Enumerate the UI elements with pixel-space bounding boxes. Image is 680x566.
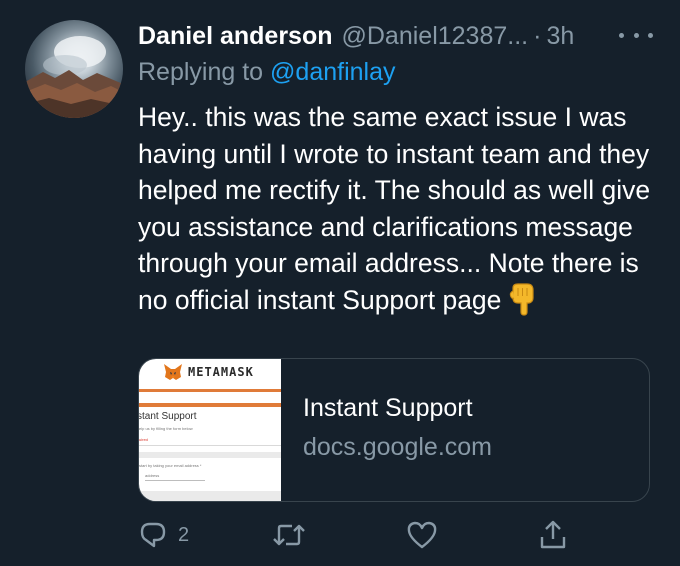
thumb-heading: stant Support: [139, 411, 197, 422]
metamask-logo: METAMASK: [163, 363, 254, 381]
metamask-brand: METAMASK: [188, 365, 254, 379]
thumb-footer: [139, 491, 281, 501]
card-text: Instant Support docs.google.com: [303, 391, 492, 464]
replying-to-mention-link[interactable]: @danfinlay: [270, 58, 395, 86]
replying-to: Replying to @danfinlay: [138, 56, 395, 88]
reply-icon: [140, 522, 166, 548]
thumb-gap: [139, 452, 281, 458]
tweet-body: Hey.. this was the same exact issue I wa…: [138, 102, 651, 315]
thumb-divider: [139, 389, 281, 392]
thumb-line: [139, 445, 281, 446]
card-thumbnail: METAMASK stant Support elp us by filling…: [139, 359, 281, 501]
card-domain: docs.google.com: [303, 433, 493, 461]
avatar[interactable]: [25, 20, 123, 118]
share-icon: [540, 520, 566, 549]
author-name[interactable]: Daniel anderson: [138, 18, 333, 54]
reply-button[interactable]: 2: [138, 518, 189, 552]
reply-count: 2: [178, 523, 190, 546]
thumb-text-2: uired: [139, 437, 148, 442]
retweet-button[interactable]: [272, 518, 306, 552]
more-options-icon[interactable]: [619, 30, 653, 40]
fox-icon: [164, 364, 182, 380]
share-button[interactable]: [538, 518, 568, 552]
tweet-text: Hey.. this was the same exact issue I wa…: [138, 99, 658, 325]
thumb-input-line: [145, 480, 205, 481]
thumb-header-bar: [139, 403, 281, 407]
author-handle[interactable]: @Daniel12387...: [342, 18, 529, 54]
tweet-header: Daniel anderson @Daniel12387... · 3h: [138, 18, 658, 54]
thumb-text-4: address: [145, 473, 160, 478]
tweet-timestamp[interactable]: 3h: [546, 18, 574, 54]
replying-to-label: Replying to: [138, 58, 264, 86]
link-card[interactable]: METAMASK stant Support elp us by filling…: [138, 358, 650, 502]
like-button[interactable]: [406, 518, 438, 552]
card-title: Instant Support: [303, 394, 473, 422]
tweet[interactable]: Daniel anderson @Daniel12387... · 3h Rep…: [0, 0, 680, 566]
thumb-text-3: start by taking your email address *: [139, 463, 202, 468]
retweet-icon: [273, 524, 305, 546]
pointing-down-hand-icon: [509, 282, 537, 326]
thumb-text-1: elp us by filling the form below: [139, 426, 193, 431]
like-icon: [407, 521, 437, 549]
separator-dot: ·: [533, 22, 542, 50]
